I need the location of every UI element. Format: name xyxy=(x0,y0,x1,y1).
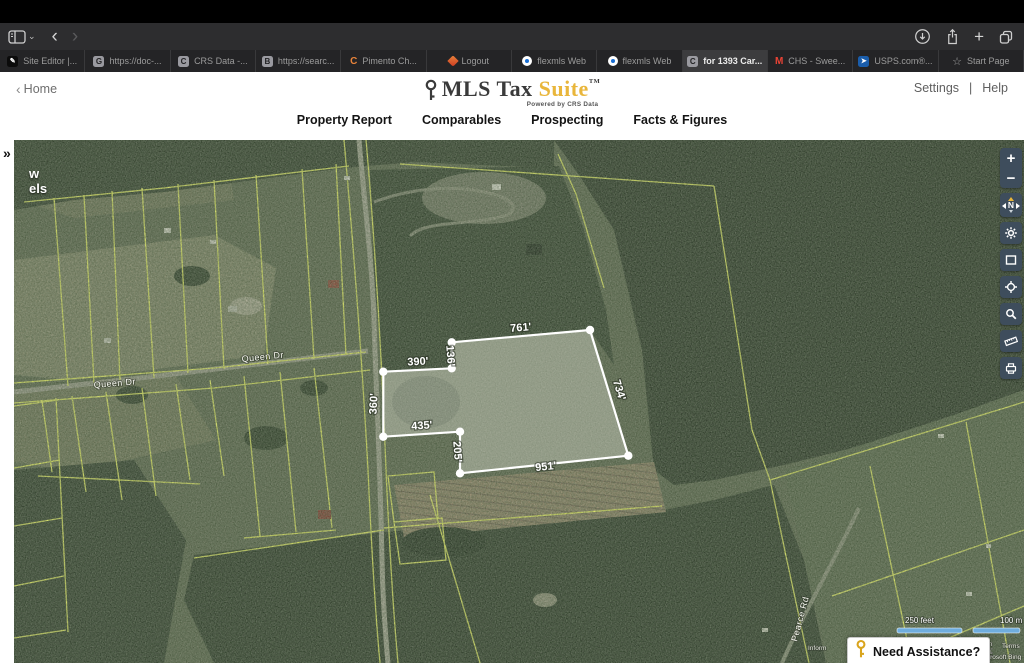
chevron-down-icon[interactable]: ⌄ xyxy=(28,31,36,42)
crs-flame-icon xyxy=(447,55,458,66)
map-search-button[interactable] xyxy=(1000,303,1022,325)
key-icon xyxy=(855,639,867,663)
compass-down-icon xyxy=(1009,210,1013,213)
nav-prospecting[interactable]: Prospecting xyxy=(531,113,603,127)
tab-search[interactable]: Bhttps://searc... xyxy=(256,50,341,72)
nav-comparables[interactable]: Comparables xyxy=(422,113,501,127)
map-svg: 761' 136' 390' 360' 435' 205' 951' 734' … xyxy=(14,140,1024,663)
download-icon[interactable] xyxy=(914,28,931,45)
measurement-bottom: 951' xyxy=(535,460,557,474)
flexmls-pin-icon xyxy=(522,56,532,66)
nav-facts-figures[interactable]: Facts & Figures xyxy=(633,113,727,127)
zoom-out-button[interactable]: − xyxy=(1000,168,1022,188)
zoom-control: + − xyxy=(1000,148,1022,188)
rectangle-select-button[interactable] xyxy=(1000,249,1022,271)
letter-c-icon: C xyxy=(178,56,189,67)
need-assistance-label: Need Assistance? xyxy=(873,645,980,659)
forward-icon[interactable]: › xyxy=(68,27,82,46)
zoom-in-button[interactable]: + xyxy=(1000,148,1022,168)
tab-bar: ✎Site Editor |... Ghttps://doc-... CCRS … xyxy=(0,50,1024,72)
logo-tagline: Powered by CRS Data xyxy=(527,101,599,108)
print-button[interactable] xyxy=(1000,357,1022,379)
measurement-notch-south: 435' xyxy=(411,419,433,432)
main-nav: Property Report Comparables Prospecting … xyxy=(0,113,1024,127)
tab-usps[interactable]: ➤USPS.com®... xyxy=(853,50,938,72)
tab-gmail[interactable]: MCHS - Swee... xyxy=(768,50,853,72)
site-editor-icon: ✎ xyxy=(7,56,18,67)
map-region: » xyxy=(0,140,1024,663)
search-icon xyxy=(1004,307,1018,321)
compass-control[interactable]: N xyxy=(1000,193,1022,217)
nav-property-report[interactable]: Property Report xyxy=(297,113,392,127)
app-header: ‹ Home MLS Tax SuiteTM Powered by CRS Da… xyxy=(0,72,1024,141)
tab-logout[interactable]: Logout xyxy=(427,50,512,72)
key-icon xyxy=(424,79,438,109)
mls-tax-suite-logo: MLS Tax SuiteTM Powered by CRS Data xyxy=(0,76,1024,109)
locate-button[interactable] xyxy=(1000,276,1022,298)
clipped-map-label: w els xyxy=(29,166,47,196)
star-icon: ☆ xyxy=(952,55,962,68)
scale-bar-feet xyxy=(897,628,962,633)
tab-site-editor[interactable]: ✎Site Editor |... xyxy=(0,50,85,72)
tab-pimento[interactable]: CPimento Ch... xyxy=(341,50,426,72)
printer-icon xyxy=(1004,361,1018,375)
back-icon[interactable]: ‹ xyxy=(46,27,64,46)
ruler-icon xyxy=(1004,334,1018,348)
scale-bar-meters xyxy=(973,628,1020,633)
letter-g-icon: G xyxy=(93,56,104,67)
logo-tm: TM xyxy=(589,78,600,85)
gmail-m-icon: M xyxy=(775,56,783,67)
help-link[interactable]: Help xyxy=(982,81,1008,95)
letter-b-icon: B xyxy=(262,56,273,67)
new-tab-icon[interactable]: + xyxy=(974,28,984,45)
header-divider: | xyxy=(969,81,972,95)
pimento-icon: C xyxy=(350,56,357,67)
logo-suite: Suite xyxy=(539,76,589,101)
tab-crs-data[interactable]: CCRS Data -... xyxy=(171,50,256,72)
measure-button[interactable] xyxy=(1000,330,1022,352)
map-controls: + − N xyxy=(1000,148,1022,379)
compass-n-label: N xyxy=(1008,201,1014,210)
measurement-notch-top: 136' xyxy=(443,345,456,367)
status-bar xyxy=(0,0,1024,23)
rectangle-select-icon xyxy=(1004,253,1018,267)
terms-link[interactable]: Terms xyxy=(1002,643,1020,650)
compass-right-icon xyxy=(1016,203,1020,209)
assistance-menu-dots[interactable]: ⋮ xyxy=(986,646,997,659)
scale-feet-label: 250 feet xyxy=(905,616,935,625)
measurement-notch-east: 205' xyxy=(450,441,463,463)
flexmls-pin-icon xyxy=(608,56,618,66)
tab-start-page[interactable]: ☆Start Page xyxy=(939,50,1024,72)
measurement-notch-west: 390' xyxy=(407,355,429,368)
logo-name: MLS Tax xyxy=(442,76,533,101)
tabs-overview-icon[interactable] xyxy=(998,29,1014,45)
measurement-top: 761' xyxy=(510,321,532,335)
crosshair-icon xyxy=(1004,280,1018,294)
need-assistance-widget[interactable]: Need Assistance? ⋮ xyxy=(847,637,990,663)
compass-left-icon xyxy=(1002,203,1006,209)
settings-link[interactable]: Settings xyxy=(914,81,959,95)
sidebar-icon[interactable] xyxy=(8,30,26,44)
panel-expander[interactable]: » xyxy=(3,146,11,160)
scale-meters-label: 100 m xyxy=(1000,616,1023,625)
tab-for-1393-active[interactable]: Cfor 1393 Car... xyxy=(683,50,768,72)
measurement-west: 360' xyxy=(367,393,380,415)
share-icon[interactable] xyxy=(945,28,960,45)
browser-toolbar: ⌄ ‹ › ctar.crsdata.com + xyxy=(0,23,1024,50)
tab-flexmls-1[interactable]: flexmls Web xyxy=(512,50,597,72)
tab-doc[interactable]: Ghttps://doc-... xyxy=(85,50,170,72)
gear-icon xyxy=(1004,226,1018,240)
tab-flexmls-2[interactable]: flexmls Web xyxy=(597,50,682,72)
usps-eagle-icon: ➤ xyxy=(858,56,869,67)
svg-text:Inform: Inform xyxy=(808,645,826,652)
letter-c-icon: C xyxy=(687,56,698,67)
satellite-map[interactable]: 761' 136' 390' 360' 435' 205' 951' 734' … xyxy=(14,140,1024,663)
map-settings-button[interactable] xyxy=(1000,222,1022,244)
